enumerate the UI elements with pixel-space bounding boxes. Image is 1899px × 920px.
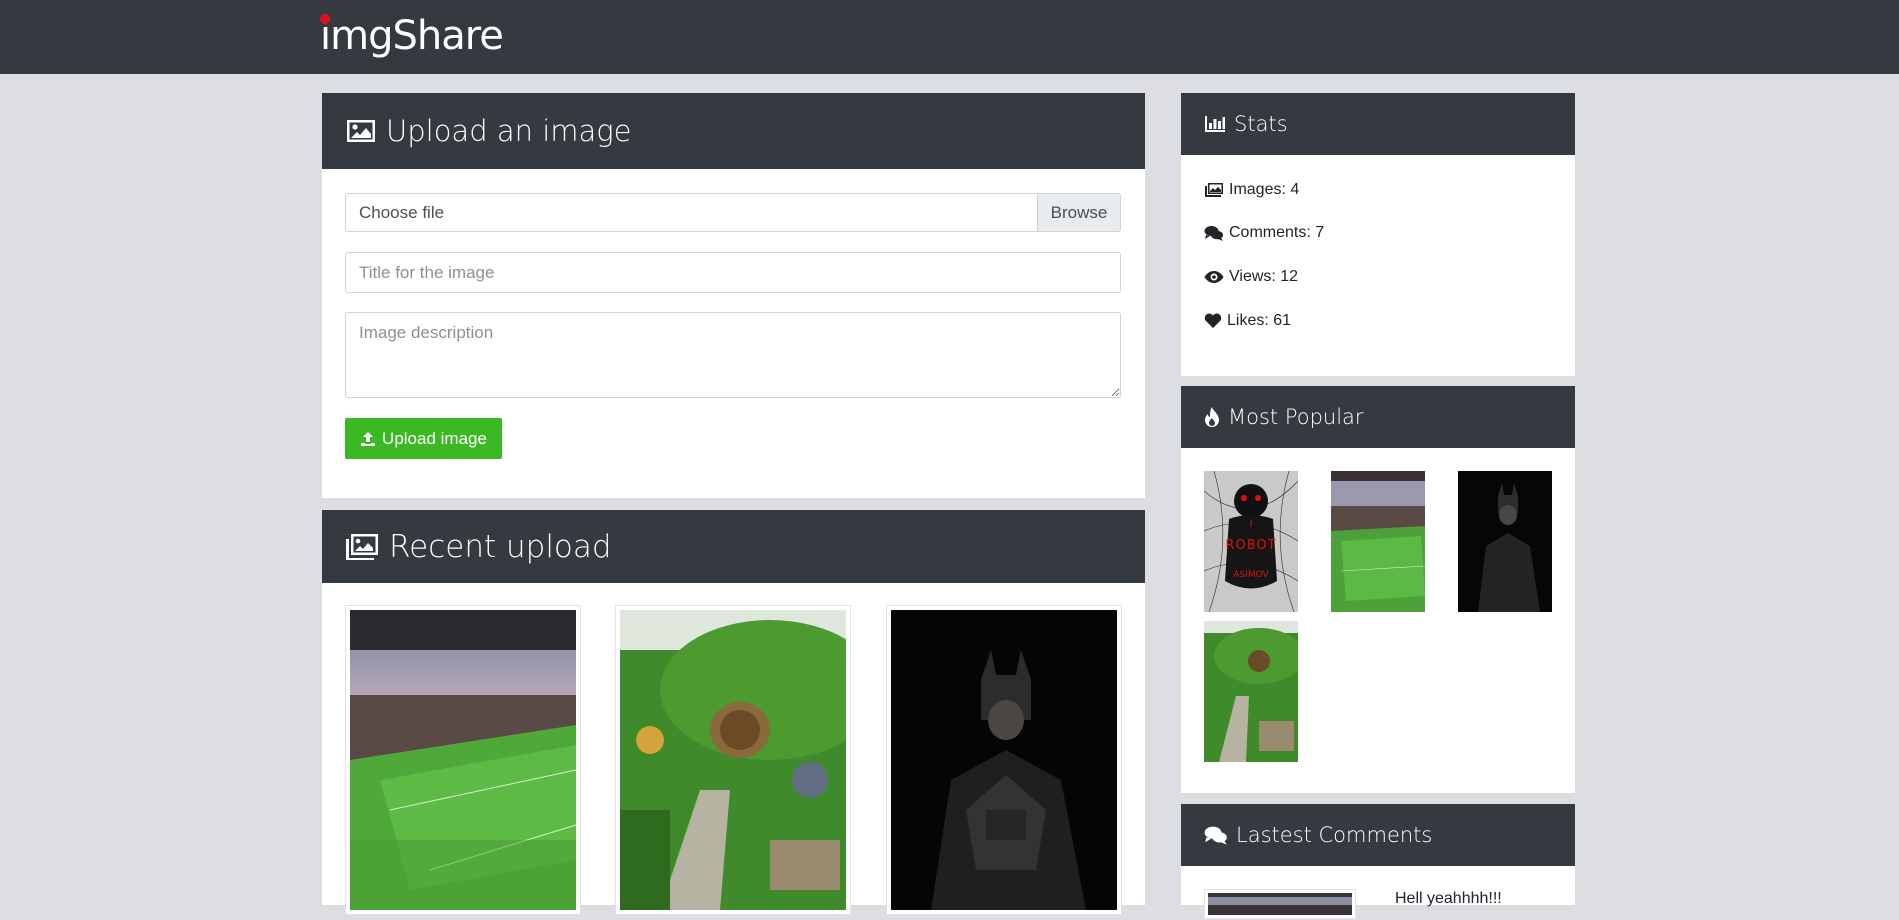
stat-comments-text: Comments: 7 xyxy=(1229,224,1325,241)
latest-comments-title: Lastest Comments xyxy=(1236,823,1433,847)
logo[interactable]: imgShare xyxy=(320,14,504,58)
most-popular-panel: Most Popular I ROBOT ASIMOV xyxy=(1181,386,1575,793)
stats-title: Stats xyxy=(1234,112,1288,136)
stats-panel: Stats Images: 4 Comments: 7 Views: 12 Li… xyxy=(1181,93,1575,376)
comment-thumbnail-image xyxy=(1208,893,1352,915)
comment-thumbnail[interactable] xyxy=(1204,889,1356,919)
recent-upload-title: Recent upload xyxy=(389,528,612,565)
navbar: imgShare xyxy=(0,0,1899,74)
stat-views-text: Views: 12 xyxy=(1229,268,1299,285)
stat-likes-text: Likes: 61 xyxy=(1227,312,1292,329)
most-popular-header: Most Popular xyxy=(1181,386,1575,448)
stat-images-text: Images: 4 xyxy=(1229,181,1300,198)
popular-image-robot[interactable]: I ROBOT ASIMOV xyxy=(1204,471,1298,612)
comments-icon xyxy=(1204,226,1223,241)
popular-image-hobbit[interactable] xyxy=(1204,621,1298,762)
recent-image-card[interactable] xyxy=(886,605,1122,915)
image-icon xyxy=(347,120,375,142)
images-icon xyxy=(1205,183,1223,197)
comments-icon xyxy=(1204,826,1227,845)
image-description-input[interactable] xyxy=(345,312,1121,398)
image-title-input[interactable] xyxy=(345,252,1121,293)
recent-upload-header: Recent upload xyxy=(322,510,1145,583)
latest-comments-panel: Lastest Comments Hell yeahhhh!!! xyxy=(1181,804,1575,919)
stat-likes: Likes: 61 xyxy=(1204,312,1291,330)
upload-icon xyxy=(361,431,376,446)
latest-comments-header: Lastest Comments xyxy=(1181,804,1575,866)
stadium-image[interactable] xyxy=(350,610,576,910)
browse-button[interactable]: Browse xyxy=(1037,194,1120,231)
file-picker-label: Choose file xyxy=(359,202,445,222)
images-icon xyxy=(346,533,378,560)
popular-image-batman[interactable] xyxy=(1458,471,1552,612)
comment-text: Hell yeahhhh!!! xyxy=(1395,890,1502,907)
heart-icon xyxy=(1204,313,1222,328)
robot-cover-title-i: I xyxy=(1250,519,1253,530)
recent-upload-panel: Recent upload xyxy=(322,510,1145,915)
upload-panel-header: Upload an image xyxy=(322,93,1145,169)
fire-icon xyxy=(1205,407,1219,427)
bar-chart-icon xyxy=(1205,116,1225,132)
popular-image-stadium[interactable] xyxy=(1331,471,1425,612)
stat-comments: Comments: 7 xyxy=(1204,224,1324,242)
eye-icon xyxy=(1204,271,1224,283)
recent-image-card[interactable] xyxy=(345,605,581,915)
upload-image-button[interactable]: Upload image xyxy=(345,418,502,459)
logo-dot xyxy=(320,14,330,24)
batman-image[interactable] xyxy=(891,610,1117,910)
upload-panel-title: Upload an image xyxy=(386,114,632,148)
recent-image-card[interactable] xyxy=(615,605,851,915)
hobbit-hole-image[interactable] xyxy=(620,610,846,910)
most-popular-title: Most Popular xyxy=(1228,405,1364,429)
stat-views: Views: 12 xyxy=(1204,268,1298,286)
file-picker[interactable]: Choose file Browse xyxy=(345,193,1121,232)
upload-image-button-label: Upload image xyxy=(382,428,487,448)
robot-cover-title-robot: ROBOT xyxy=(1225,538,1276,553)
upload-panel: Upload an image Choose file Browse Uploa… xyxy=(322,93,1145,498)
stats-header: Stats xyxy=(1181,93,1575,155)
stat-images: Images: 4 xyxy=(1204,181,1299,199)
robot-cover-author: ASIMOV xyxy=(1233,570,1269,580)
